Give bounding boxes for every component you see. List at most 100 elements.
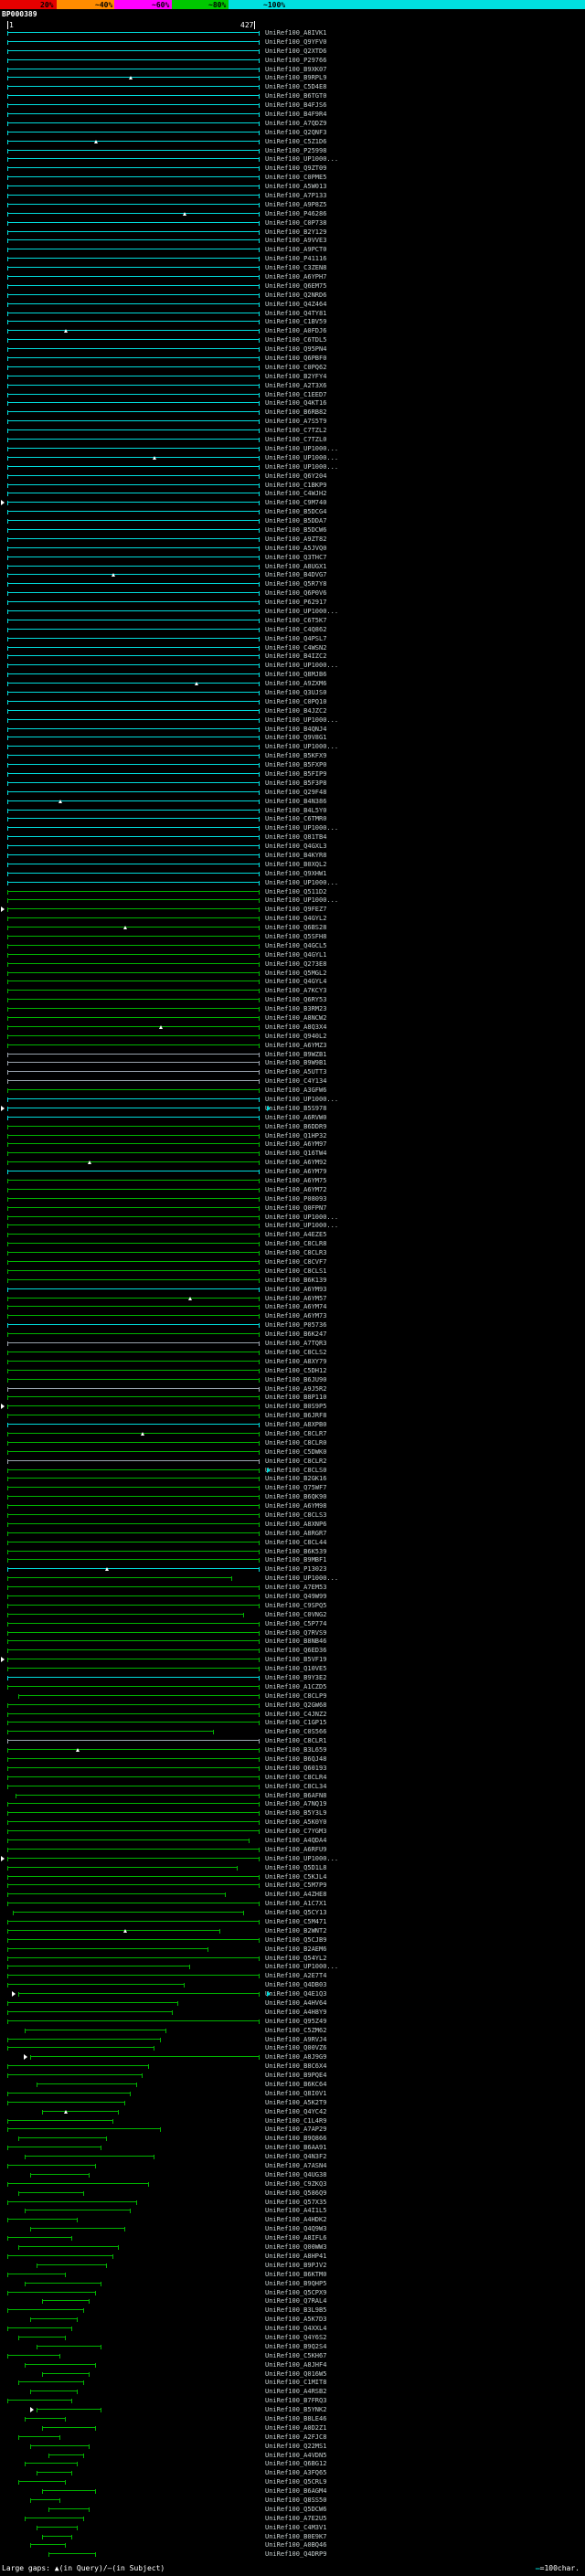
- hit-bar[interactable]: [7, 1748, 260, 1753]
- hit-label[interactable]: UniRef100_A7NQ19: [265, 1800, 326, 1807]
- hit-label[interactable]: UniRef100_A7TQR3: [265, 1340, 326, 1347]
- hit-label[interactable]: UniRef100_Q4GXL3: [265, 843, 326, 850]
- hit-bar[interactable]: [7, 1070, 260, 1075]
- hit-label[interactable]: UniRef100_C5KH67: [265, 2352, 326, 2359]
- hit-bar[interactable]: [7, 1206, 260, 1211]
- hit-bar[interactable]: [18, 1992, 260, 1997]
- hit-bar[interactable]: [7, 293, 260, 298]
- hit-label[interactable]: UniRef100_B5FIP9: [265, 770, 326, 778]
- hit-label[interactable]: UniRef100_B6JU90: [265, 1376, 326, 1383]
- hit-label[interactable]: UniRef100_P08093: [265, 1195, 326, 1203]
- hit-bar[interactable]: [7, 1314, 260, 1319]
- hit-bar[interactable]: [7, 980, 260, 984]
- hit-label[interactable]: UniRef100_A9P8Z5: [265, 201, 326, 208]
- hit-bar[interactable]: [7, 266, 260, 270]
- hit-label[interactable]: UniRef100_B8P110: [265, 1394, 326, 1401]
- hit-label[interactable]: UniRef100_C8CL44: [265, 1539, 326, 1546]
- hit-label[interactable]: UniRef100_Q4YC42: [265, 2108, 326, 2115]
- hit-bar[interactable]: [7, 998, 260, 1002]
- hit-label[interactable]: UniRef100_Q4XXL4: [265, 2325, 326, 2332]
- hit-bar[interactable]: [7, 1875, 260, 1880]
- hit-bar[interactable]: [7, 1468, 260, 1473]
- hit-label[interactable]: UniRef100_A1CZD5: [265, 1683, 326, 1691]
- hit-bar[interactable]: [7, 754, 260, 758]
- hit-bar[interactable]: [18, 2480, 66, 2485]
- hit-label[interactable]: UniRef100_C0PQ10: [265, 698, 326, 705]
- hit-label[interactable]: UniRef100_B3L659: [265, 1746, 326, 1754]
- hit-label[interactable]: UniRef100_C4WSN2: [265, 644, 326, 652]
- hit-label[interactable]: UniRef100_A6YMZ3: [265, 1042, 326, 1049]
- hit-bar[interactable]: [7, 2101, 125, 2105]
- hit-label[interactable]: UniRef100_UP1000...: [265, 1096, 338, 1103]
- hit-label[interactable]: UniRef100_B9PJV2: [265, 2262, 326, 2269]
- hit-label[interactable]: UniRef100_A2E7T4: [265, 1972, 326, 1979]
- hit-label[interactable]: UniRef100_Q49W99: [265, 1593, 326, 1600]
- hit-label[interactable]: UniRef100_Q95Z49: [265, 2018, 326, 2025]
- hit-label[interactable]: UniRef100_A7QDZ9: [265, 120, 326, 127]
- hit-label[interactable]: UniRef100_B4DVG7: [265, 571, 326, 578]
- hit-label[interactable]: UniRef100_UP1000...: [265, 1222, 338, 1229]
- hit-bar[interactable]: [7, 2182, 149, 2187]
- hit-bar[interactable]: [7, 1883, 260, 1888]
- hit-bar[interactable]: [7, 49, 260, 54]
- hit-label[interactable]: UniRef100_C7TZL2: [265, 427, 326, 434]
- hit-bar[interactable]: [7, 1341, 260, 1346]
- hit-bar[interactable]: [7, 826, 260, 831]
- hit-bar[interactable]: [42, 2110, 119, 2115]
- hit-label[interactable]: UniRef100_A7S5T9: [265, 418, 326, 425]
- hit-bar[interactable]: [7, 573, 260, 578]
- hit-label[interactable]: UniRef100_Q60193: [265, 1765, 326, 1772]
- hit-label[interactable]: UniRef100_C8CLS1: [265, 1267, 326, 1275]
- hit-bar[interactable]: [7, 1025, 260, 1030]
- hit-label[interactable]: UniRef100_B5DDA7: [265, 517, 326, 525]
- hit-bar[interactable]: [7, 58, 260, 63]
- hit-label[interactable]: UniRef100_A9ZT82: [265, 535, 326, 543]
- hit-bar[interactable]: [7, 1766, 260, 1771]
- hit-bar[interactable]: [7, 438, 260, 442]
- hit-label[interactable]: UniRef100_C5Z1D6: [265, 138, 326, 145]
- hit-bar[interactable]: [42, 2535, 71, 2539]
- hit-bar[interactable]: [7, 2092, 131, 2096]
- hit-label[interactable]: UniRef100_UP1000...: [265, 445, 338, 452]
- hit-label[interactable]: UniRef100_A6YM57: [265, 1295, 326, 1302]
- hit-bar[interactable]: [7, 1667, 260, 1671]
- hit-label[interactable]: UniRef100_Q586Q9: [265, 2189, 326, 2197]
- hit-label[interactable]: UniRef100_C8CLS0: [265, 1467, 326, 1474]
- hit-bar[interactable]: [48, 2454, 84, 2458]
- hit-bar[interactable]: [7, 682, 260, 686]
- hit-label[interactable]: UniRef100_A6RFU9: [265, 1846, 326, 1853]
- hit-bar[interactable]: [7, 1142, 260, 1147]
- hit-label[interactable]: UniRef100_Q5CJB9: [265, 1936, 326, 1944]
- hit-bar[interactable]: [7, 2001, 178, 2006]
- hit-bar[interactable]: [7, 727, 260, 732]
- hit-bar[interactable]: [25, 2517, 84, 2521]
- hit-bar[interactable]: [42, 2426, 95, 2431]
- hit-bar[interactable]: [7, 1360, 260, 1364]
- hit-label[interactable]: UniRef100_Q5CY13: [265, 1909, 326, 1916]
- hit-bar[interactable]: [7, 419, 260, 424]
- hit-bar[interactable]: [7, 1639, 260, 1644]
- hit-label[interactable]: UniRef100_C8CLS2: [265, 1349, 326, 1356]
- hit-bar[interactable]: [25, 2363, 96, 2368]
- hit-label[interactable]: UniRef100_Q6BS28: [265, 924, 326, 931]
- hit-label[interactable]: UniRef100_UP1000...: [265, 155, 338, 163]
- hit-label[interactable]: UniRef100_B4L5Y0: [265, 807, 326, 814]
- hit-bar[interactable]: [7, 1513, 260, 1518]
- hit-bar[interactable]: [7, 1658, 260, 1662]
- hit-label[interactable]: UniRef100_Q0FPN7: [265, 1204, 326, 1212]
- hit-label[interactable]: UniRef100_Q5D1L8: [265, 1864, 326, 1871]
- hit-label[interactable]: UniRef100_Q7RAL4: [265, 2297, 326, 2305]
- hit-bar[interactable]: [25, 2029, 166, 2033]
- hit-bar[interactable]: [7, 275, 260, 280]
- hit-bar[interactable]: [25, 2417, 66, 2422]
- hit-label[interactable]: UniRef100_A7P133: [265, 192, 326, 199]
- hit-bar[interactable]: [7, 329, 260, 334]
- hit-label[interactable]: UniRef100_B6RB82: [265, 408, 326, 416]
- hit-bar[interactable]: [7, 1288, 260, 1292]
- hit-bar[interactable]: [7, 1839, 250, 1843]
- hit-bar[interactable]: [37, 2526, 78, 2530]
- hit-label[interactable]: UniRef100_C8CL34: [265, 1783, 326, 1790]
- hit-bar[interactable]: [7, 591, 260, 596]
- hit-label[interactable]: UniRef100_C1EED7: [265, 391, 326, 398]
- hit-label[interactable]: UniRef100_A5JVQ0: [265, 545, 326, 552]
